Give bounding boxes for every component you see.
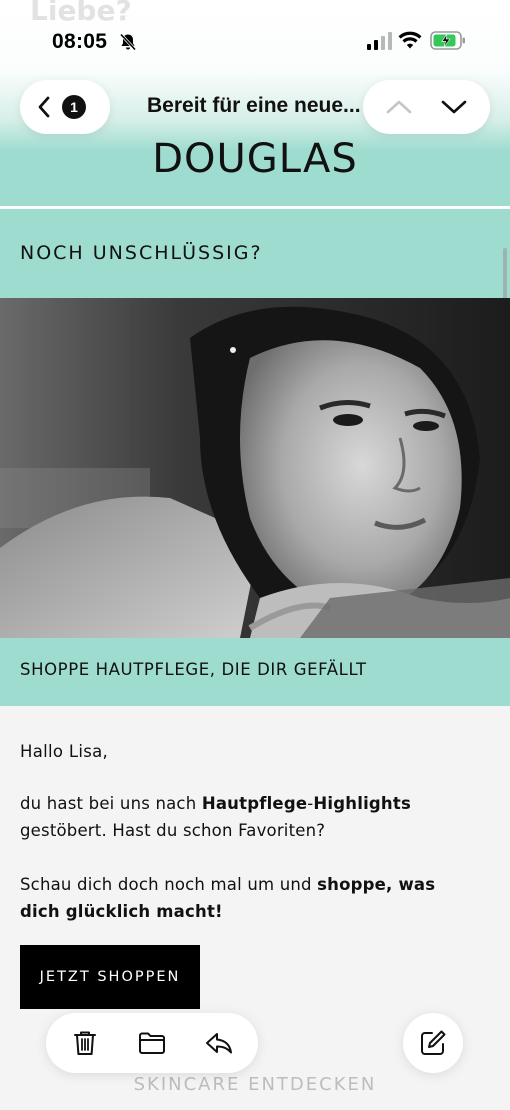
mail-toolbar [46,1013,258,1073]
reply-button[interactable] [193,1017,245,1069]
bold-hautpflege: Hautpflege [201,794,308,813]
skincare-entdecken-link[interactable]: SKINCARE ENTDECKEN [0,1074,510,1095]
jetzt-shoppen-button[interactable]: JETZT SHOPPEN [20,945,200,1009]
bell-slash-icon [119,33,137,51]
hero-portrait-image[interactable] [0,298,510,638]
chevron-down-icon [441,100,467,114]
trash-icon [74,1031,97,1055]
message-navigation [363,80,490,134]
reply-icon [205,1033,232,1054]
chevron-left-icon [38,96,50,118]
banner-shoppe-hautpflege: SHOPPE HAUTPFLEGE, DIE DIR GEFÄLLT [0,638,510,706]
chevron-up-icon [386,100,412,114]
folder-icon [138,1032,165,1054]
greeting: Hallo Lisa, [20,742,109,761]
compose-icon [421,1030,446,1055]
paragraph-favorites: du hast bei uns nach Hautpflege-Highligh… [20,794,411,840]
next-message-button[interactable] [432,85,476,129]
move-to-folder-button[interactable] [126,1017,178,1069]
wifi-icon [398,31,422,49]
douglas-logo[interactable]: DOUGLAS [0,136,510,182]
back-button[interactable]: 1 [20,80,110,134]
previous-message-button[interactable] [377,85,421,129]
cellular-signal-icon [367,32,392,50]
portrait-illustration [0,298,510,638]
battery-charging-icon [430,31,465,50]
delete-button[interactable] [59,1017,111,1069]
unread-count-badge: 1 [62,95,86,119]
banner-noch-text: NOCH UNSCHLÜSSIG? [20,242,263,264]
banner-noch-unschluessig: NOCH UNSCHLÜSSIG? [0,209,510,299]
banner-shoppe-text: SHOPPE HAUTPFLEGE, DIE DIR GEFÄLLT [20,660,367,679]
compose-button[interactable] [403,1013,463,1073]
bold-highlights: Highlights [313,794,411,813]
status-time: 08:05 [52,30,108,53]
paragraph-shoppe: Schau dich doch noch mal um und shoppe, … [20,875,436,921]
status-bar: 08:05 [0,0,510,80]
mail-subject-title: Bereit für eine neue... [147,94,361,117]
